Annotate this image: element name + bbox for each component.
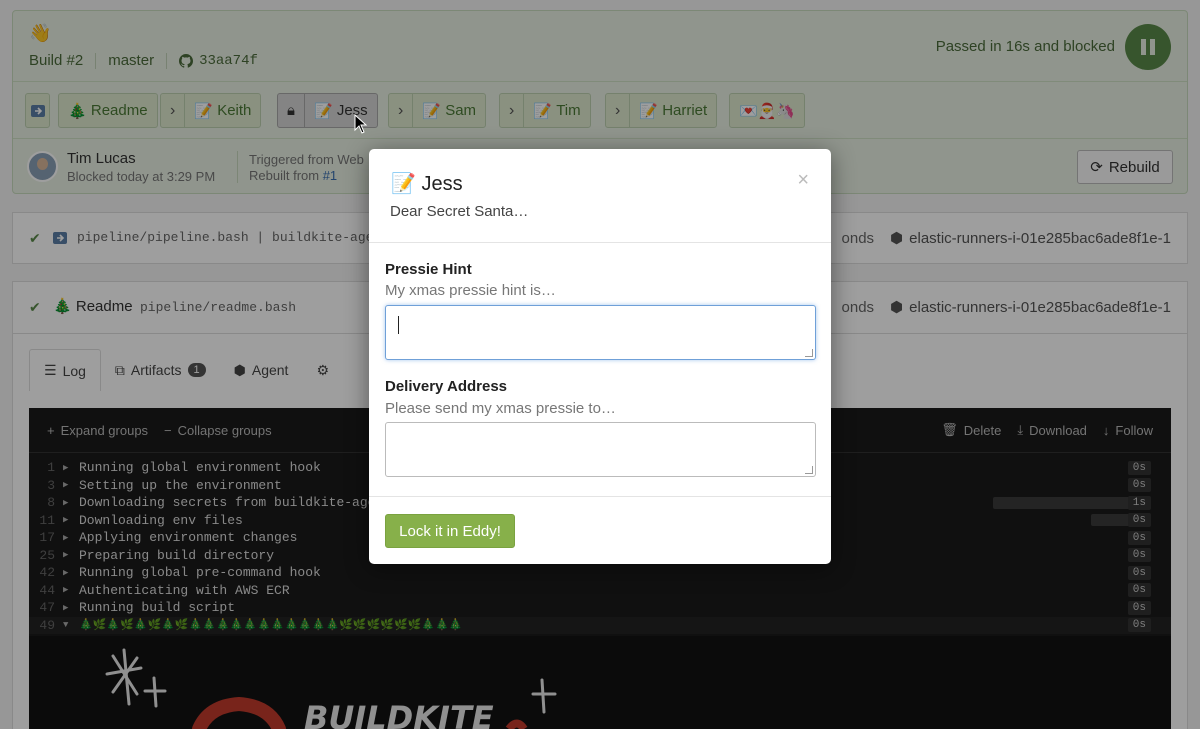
delivery-address-label: Delivery Address (385, 378, 508, 395)
block-step-dialog: 📝 Jess Dear Secret Santa… × Pressie Hint… (369, 149, 831, 564)
pressie-hint-help: My xmas pressie hint is… (385, 282, 556, 299)
memo-emoji: 📝 (391, 173, 416, 195)
pressie-hint-label: Pressie Hint (385, 261, 472, 278)
delivery-address-field[interactable] (385, 422, 816, 477)
text-caret (398, 316, 399, 334)
pressie-hint-input[interactable] (386, 306, 815, 359)
pressie-hint-field[interactable] (385, 305, 816, 360)
dialog-title: 📝 Jess (391, 171, 463, 196)
resize-handle[interactable] (805, 349, 813, 357)
dialog-header: 📝 Jess Dear Secret Santa… × (369, 149, 831, 243)
dialog-title-text: Jess (421, 173, 463, 195)
submit-button[interactable]: Lock it in Eddy! (385, 514, 515, 548)
delivery-address-help: Please send my xmas pressie to… (385, 400, 616, 417)
dialog-footer: Lock it in Eddy! (369, 496, 831, 564)
close-icon[interactable]: × (797, 169, 809, 192)
resize-handle[interactable] (805, 466, 813, 474)
delivery-address-input[interactable] (386, 423, 815, 476)
mouse-cursor-icon (354, 114, 368, 134)
dialog-subtitle: Dear Secret Santa… (390, 203, 529, 220)
